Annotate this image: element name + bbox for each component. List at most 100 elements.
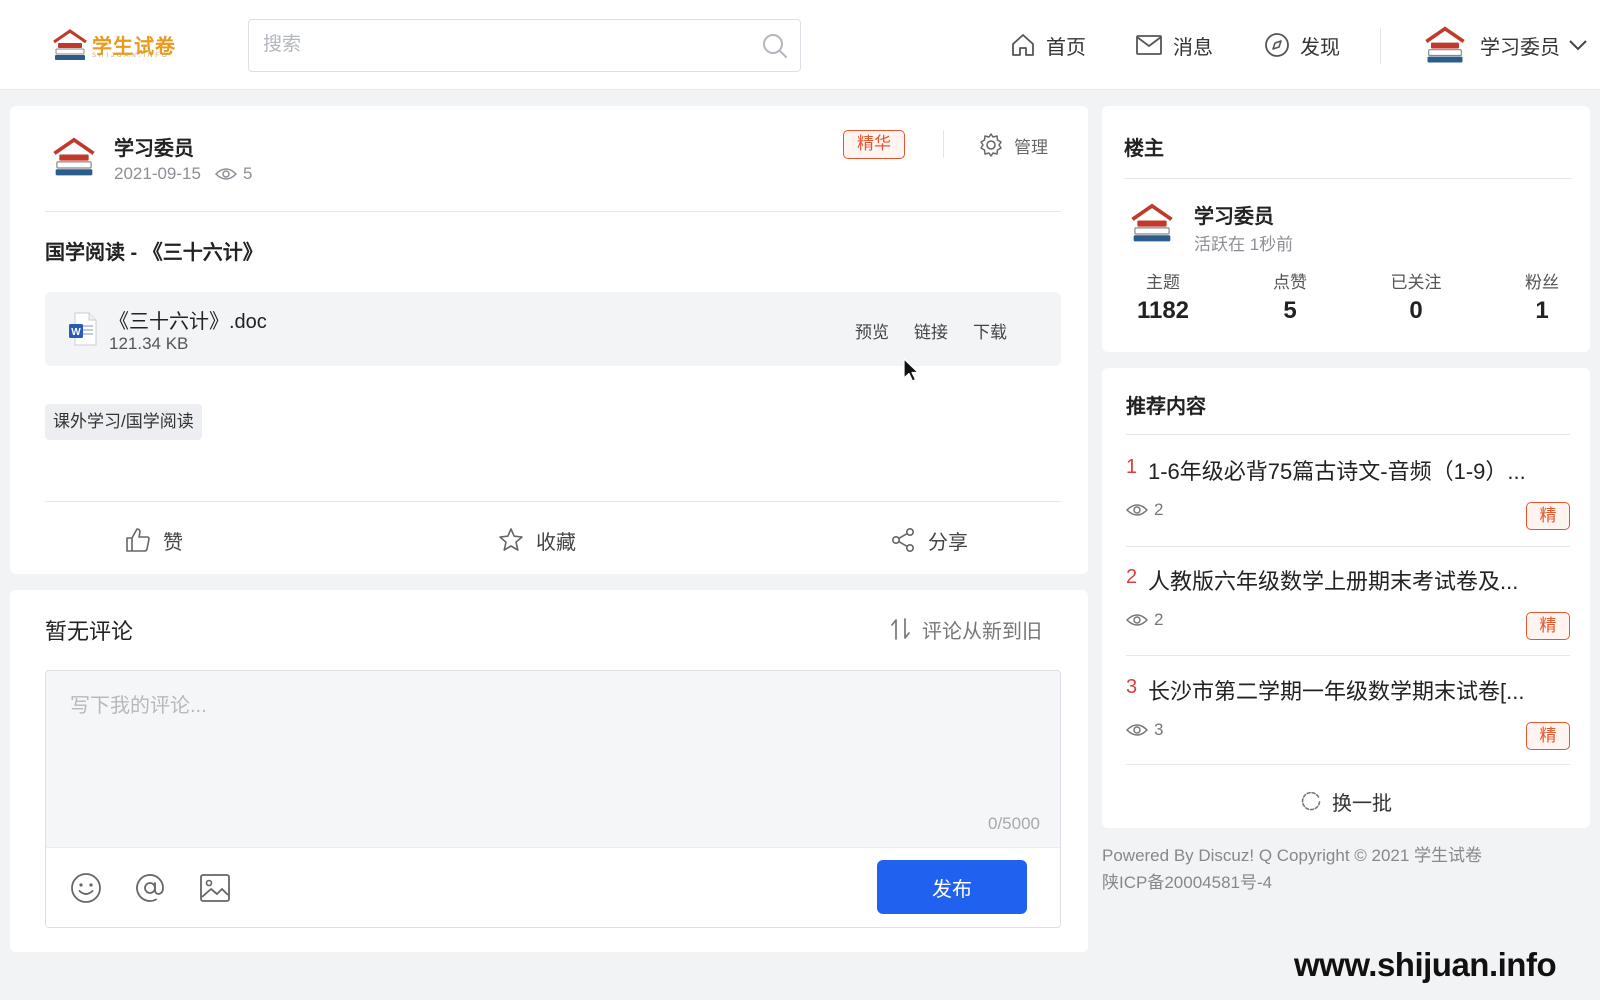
header-divider <box>943 130 944 158</box>
nav-home-label: 首页 <box>1046 36 1086 59</box>
comment-toolbar: 发布 <box>46 847 1060 927</box>
nav-messages[interactable]: 消息 <box>1135 28 1213 62</box>
comment-sort-label: 评论从新到旧 <box>922 620 1042 643</box>
site-logo[interactable]: 学生试卷 SHIJUAN.INFO <box>52 26 182 62</box>
share-button[interactable]: 分享 <box>890 524 968 556</box>
post-date: 2021-09-15 <box>114 164 201 183</box>
comment-card: 暂无评论 评论从新到旧 0/5000 发 <box>10 590 1088 952</box>
footer: Powered By Discuz! Q Copyright © 2021 学生… <box>1102 842 1482 896</box>
download-link[interactable]: 下载 <box>973 318 1007 343</box>
thread-owner-card: 楼主 学习委员 活跃在 1秒前 主题 1182 点赞 5 已关注 0 粉丝 1 <box>1102 106 1590 352</box>
author-avatar[interactable] <box>52 136 96 178</box>
share-label: 分享 <box>928 531 968 554</box>
rank-number: 3 <box>1126 676 1138 698</box>
search-icon[interactable] <box>762 33 788 59</box>
eye-icon <box>1126 614 1148 626</box>
divider <box>1126 764 1570 765</box>
featured-badge: 精华 <box>843 130 905 159</box>
footer-icp-link[interactable]: 陕ICP备20004581号-4 <box>1102 869 1482 896</box>
owner-name[interactable]: 学习委员 <box>1194 200 1274 229</box>
recommended-title: 人教版六年级数学上册期末考试卷及... <box>1148 569 1519 594</box>
search-input[interactable] <box>263 30 743 60</box>
nav-divider <box>1380 28 1381 64</box>
post-views-count: 5 <box>242 164 253 183</box>
like-label: 赞 <box>163 531 183 554</box>
refresh-label: 换一批 <box>1332 792 1392 815</box>
recommended-heading: 推荐内容 <box>1126 396 1206 418</box>
stat-likes[interactable]: 点赞 5 <box>1235 268 1345 325</box>
search-box[interactable] <box>248 19 801 72</box>
stat-followers[interactable]: 粉丝 1 <box>1487 268 1597 325</box>
mail-icon <box>1136 35 1162 55</box>
preview-link[interactable]: 预览 <box>855 318 889 343</box>
home-icon <box>1012 34 1034 56</box>
stat-value: 1182 <box>1136 297 1190 324</box>
mouse-cursor-icon <box>903 358 919 382</box>
recommended-item[interactable]: 1 1-6年级必背75篇古诗文-音频（1-9）... 2 精 <box>1126 438 1570 546</box>
comment-sort-toggle[interactable]: 评论从新到旧 <box>890 616 1042 643</box>
recommended-title: 长沙市第二学期一年级数学期末试卷[... <box>1148 679 1525 704</box>
category-tag[interactable]: 课外学习/国学阅读 <box>45 404 202 440</box>
owner-avatar[interactable] <box>1130 202 1174 244</box>
manage-label: 管理 <box>1014 137 1048 157</box>
comment-heading: 暂无评论 <box>45 619 134 644</box>
stat-following[interactable]: 已关注 0 <box>1361 268 1471 325</box>
compass-icon <box>1265 33 1289 57</box>
logo-subtext: SHIJUAN.INFO <box>92 53 170 59</box>
user-menu[interactable]: 学习委员 <box>1424 24 1588 66</box>
divider <box>1126 434 1570 435</box>
featured-badge: 精 <box>1526 722 1570 750</box>
nav-messages-label: 消息 <box>1173 36 1213 59</box>
image-icon[interactable] <box>199 872 231 904</box>
divider <box>1126 655 1570 656</box>
post-author-name[interactable]: 学习委员 <box>114 132 194 161</box>
featured-badge: 精 <box>1526 502 1570 530</box>
star-icon <box>499 528 523 551</box>
stat-label: 粉丝 <box>1525 273 1559 292</box>
stat-topics[interactable]: 主题 1182 <box>1108 268 1218 325</box>
recommended-item[interactable]: 3 长沙市第二学期一年级数学期末试卷[... 3 精 <box>1126 658 1570 766</box>
refresh-icon <box>1301 791 1321 811</box>
divider <box>45 211 1061 212</box>
like-button[interactable]: 赞 <box>125 524 183 556</box>
recommended-views: 3 <box>1126 720 1163 740</box>
view-count: 2 <box>1154 610 1164 629</box>
comment-input[interactable] <box>46 671 1060 847</box>
divider <box>1124 178 1572 179</box>
rank-number: 2 <box>1126 566 1138 588</box>
post-card: 学习委员 2021-09-15 5 精华 管理 国学阅读 - 《三十六计》 W <box>10 106 1088 574</box>
top-header: 学生试卷 SHIJUAN.INFO 首页 消息 发现 <box>0 0 1600 90</box>
copy-link[interactable]: 链接 <box>914 318 948 343</box>
nav-discover[interactable]: 发现 <box>1264 28 1340 62</box>
nav-home[interactable]: 首页 <box>1010 28 1086 62</box>
view-count: 2 <box>1154 500 1164 519</box>
recommended-card: 推荐内容 1 1-6年级必背75篇古诗文-音频（1-9）... 2 精 2 人教… <box>1102 368 1590 828</box>
manage-button[interactable]: 管理 <box>978 130 1048 160</box>
owner-heading: 楼主 <box>1124 138 1164 160</box>
user-name: 学习委员 <box>1480 36 1560 59</box>
publish-button[interactable]: 发布 <box>877 860 1027 914</box>
share-icon <box>891 527 914 552</box>
sort-icon <box>891 618 910 640</box>
recommended-views: 2 <box>1126 500 1163 520</box>
attachment-name[interactable]: 《三十六计》.doc <box>109 305 267 334</box>
emoji-icon[interactable] <box>70 872 102 904</box>
watermark-text: www.shijuan.info <box>1294 946 1557 983</box>
word-doc-icon: W <box>69 312 97 346</box>
user-avatar <box>1425 26 1465 63</box>
nav-discover-label: 发现 <box>1300 36 1340 59</box>
favorite-button[interactable]: 收藏 <box>498 524 576 556</box>
recommended-item[interactable]: 2 人教版六年级数学上册期末考试卷及... 2 精 <box>1126 548 1570 656</box>
refresh-recommendations-button[interactable]: 换一批 <box>1102 786 1590 816</box>
footer-copyright: Powered By Discuz! Q Copyright © 2021 学生… <box>1102 846 1483 865</box>
stat-value: 5 <box>1283 297 1297 324</box>
owner-last-active: 活跃在 1秒前 <box>1194 235 1294 254</box>
mention-icon[interactable] <box>134 872 166 904</box>
thumbs-up-icon <box>126 528 150 552</box>
stat-value: 1 <box>1535 297 1549 324</box>
attachment-row: W 《三十六计》.doc 121.34 KB 预览 链接 下载 <box>45 292 1061 366</box>
stat-label: 点赞 <box>1273 273 1307 292</box>
featured-badge: 精 <box>1526 612 1570 640</box>
eye-icon <box>1126 724 1148 736</box>
stat-value: 0 <box>1409 297 1423 324</box>
